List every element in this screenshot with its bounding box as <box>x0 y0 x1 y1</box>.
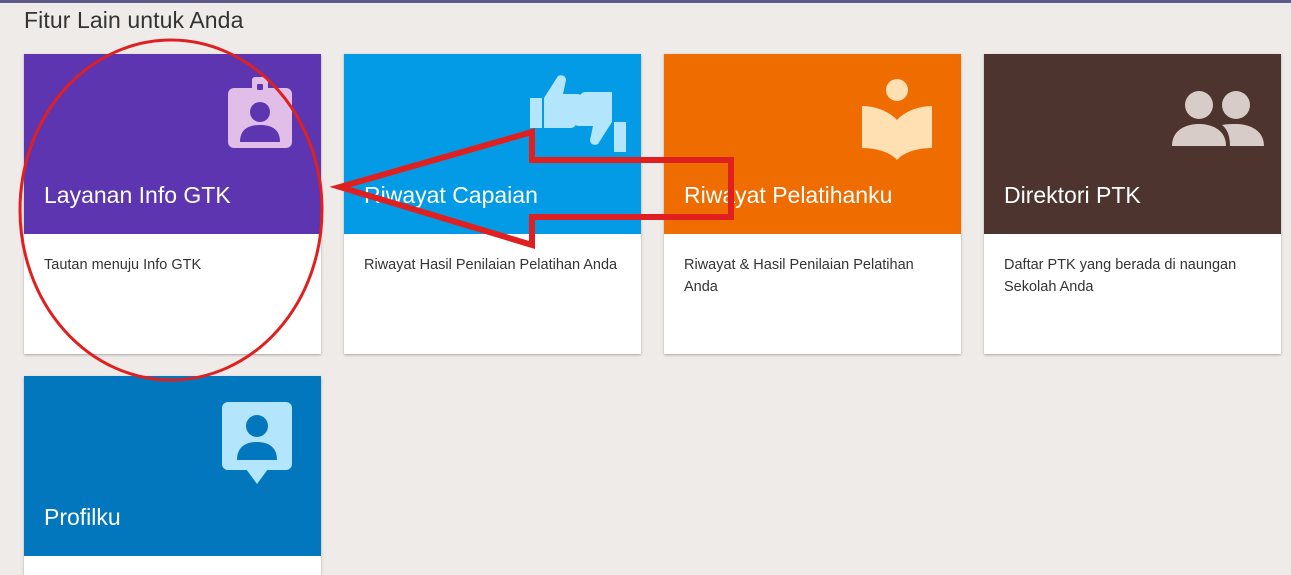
card-header: Layanan Info GTK <box>24 54 321 234</box>
reading-book-icon <box>860 76 940 160</box>
card-layanan-info-gtk[interactable]: Layanan Info GTK Tautan menuju Info GTK <box>24 54 321 354</box>
card-title: Profilku <box>44 504 121 530</box>
thumbs-up-down-icon <box>528 72 626 152</box>
card-title: Riwayat Pelatihanku <box>684 182 893 208</box>
card-header: Riwayat Capaian <box>344 54 641 234</box>
card-description: Riwayat & Hasil Penilaian Pelatihan Anda <box>684 257 914 295</box>
card-header: Profilku <box>24 376 321 556</box>
card-header: Riwayat Pelatihanku <box>664 54 961 234</box>
card-title: Layanan Info GTK <box>44 182 231 208</box>
card-riwayat-capaian[interactable]: Riwayat Capaian Riwayat Hasil Penilaian … <box>344 54 641 354</box>
card-title: Direktori PTK <box>1004 182 1141 208</box>
section-title: Fitur Lain untuk Anda <box>24 7 244 33</box>
card-description: Tautan menuju Info GTK <box>44 257 202 273</box>
card-riwayat-pelatihanku[interactable]: Riwayat Pelatihanku Riwayat & Hasil Peni… <box>664 54 961 354</box>
card-title: Riwayat Capaian <box>364 182 538 208</box>
card-header: Direktori PTK <box>984 54 1281 234</box>
person-pin-icon <box>220 400 300 484</box>
top-border <box>0 0 1291 3</box>
card-description: Daftar PTK yang berada di naungan Sekola… <box>1004 257 1237 295</box>
card-direktori-ptk[interactable]: Direktori PTK Daftar PTK yang berada di … <box>984 54 1281 354</box>
card-profilku[interactable]: Profilku <box>24 376 321 575</box>
id-badge-icon <box>220 74 300 154</box>
card-description: Riwayat Hasil Penilaian Pelatihan Anda <box>364 257 618 273</box>
people-icon <box>1172 88 1264 168</box>
